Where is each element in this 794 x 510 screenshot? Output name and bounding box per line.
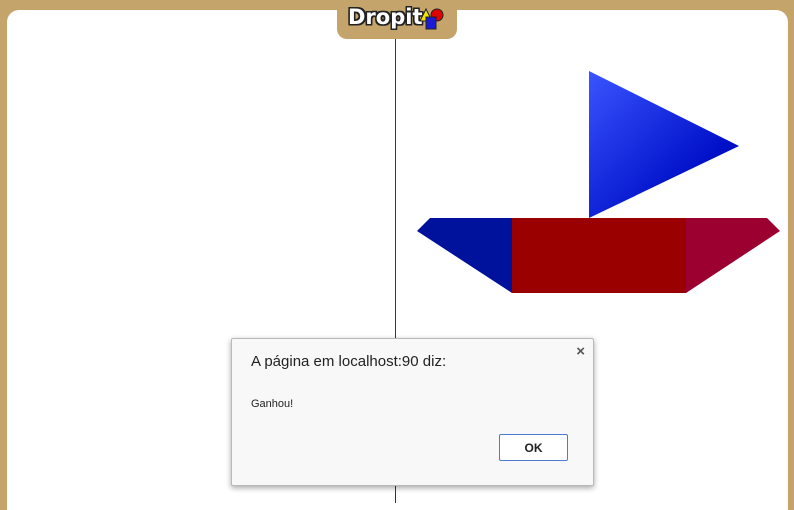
sail-triangle[interactable] [589, 71, 739, 218]
dialog-title: A página em localhost:90 diz: [251, 353, 447, 370]
alert-dialog: A página em localhost:90 diz: × Ganhou! … [231, 338, 594, 486]
hull-center-rectangle[interactable] [512, 218, 686, 293]
close-icon[interactable]: × [576, 344, 585, 360]
triangle-square-circle-icon [420, 7, 444, 30]
logo-text: Dropit [348, 5, 423, 29]
dialog-message: Ganhou! [251, 398, 294, 410]
hull-right-triangle[interactable] [686, 218, 780, 293]
ok-button[interactable]: OK [499, 434, 568, 461]
logo-tab: Dropit [337, 0, 457, 39]
hull-left-triangle[interactable] [417, 218, 512, 293]
